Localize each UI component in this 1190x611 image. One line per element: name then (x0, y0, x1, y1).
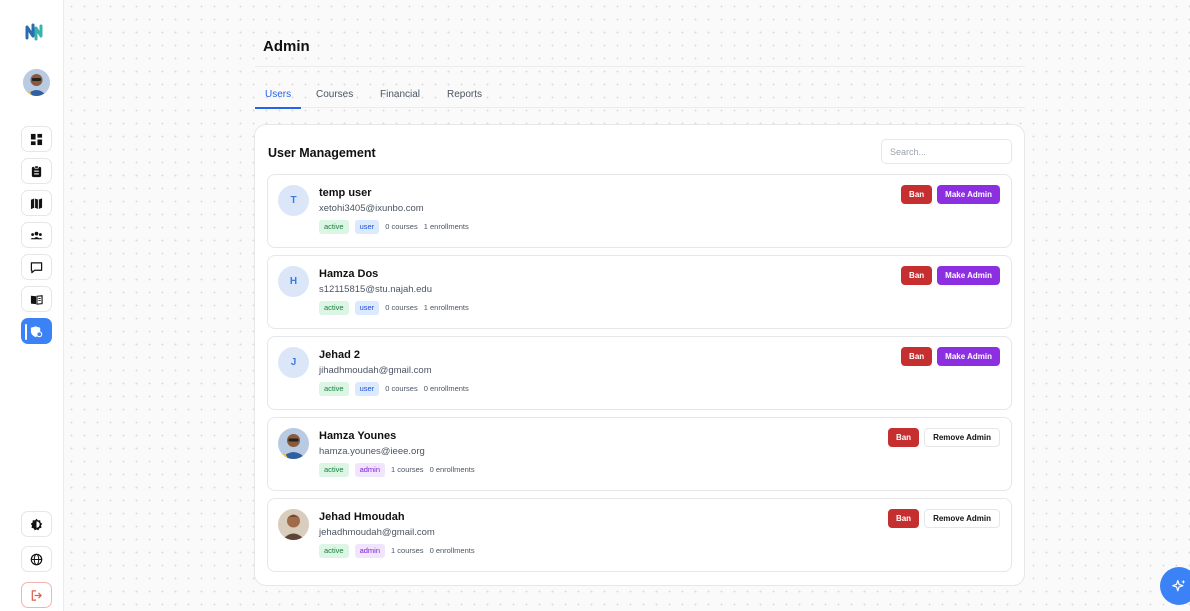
language-button[interactable] (21, 546, 52, 572)
user-initial-avatar: T (278, 185, 309, 216)
tab-users[interactable]: Users (265, 89, 291, 100)
map-icon (30, 197, 43, 209)
user-management-panel: User Management T temp user xetohi3405@i… (254, 124, 1025, 586)
status-badge: active (319, 220, 349, 234)
make-admin-button[interactable]: Make Admin (937, 347, 1000, 366)
enrollments-count: 0 enrollments (429, 465, 475, 475)
user-actions: Ban Remove Admin (887, 428, 1000, 447)
tab-reports[interactable]: Reports (447, 89, 482, 100)
search-input[interactable] (881, 139, 1012, 164)
ban-button[interactable]: Ban (887, 509, 920, 528)
make-admin-button[interactable]: Make Admin (937, 185, 1000, 204)
user-actions: Ban Make Admin (901, 266, 1000, 285)
user-card: J Jehad 2 jihadhmoudah@gmail.com active … (267, 336, 1012, 410)
user-email: xetohi3405@ixunbo.com (319, 203, 424, 214)
chat-icon (30, 261, 43, 273)
user-name: Jehad 2 (319, 349, 360, 361)
nav-tasks[interactable] (21, 158, 52, 184)
panel-title: User Management (268, 146, 376, 160)
enrollments-count: 0 enrollments (429, 546, 475, 556)
ban-button[interactable]: Ban (901, 185, 933, 204)
user-meta: active admin 1 courses 0 enrollments (319, 544, 475, 558)
active-tab-indicator (255, 107, 301, 109)
ban-button[interactable]: Ban (887, 428, 920, 447)
tab-courses[interactable]: Courses (316, 89, 353, 100)
enrollments-count: 1 enrollments (423, 303, 469, 313)
user-actions: Ban Make Admin (901, 347, 1000, 366)
status-badge: active (319, 301, 349, 315)
admin-tabs: Users Courses Financial Reports (255, 82, 1025, 109)
courses-count: 0 courses (385, 222, 418, 232)
user-actions: Ban Make Admin (901, 185, 1000, 204)
enrollments-count: 0 enrollments (423, 384, 469, 394)
courses-count: 1 courses (391, 465, 424, 475)
nav-community[interactable] (21, 222, 52, 248)
sparkles-icon (1171, 579, 1185, 591)
theme-toggle-button[interactable] (21, 511, 52, 537)
nav-admin[interactable] (21, 318, 52, 344)
courses-count: 1 courses (391, 546, 424, 556)
user-email: hamza.younes@ieee.org (319, 446, 425, 457)
user-card: T temp user xetohi3405@ixunbo.com active… (267, 174, 1012, 248)
status-badge: active (319, 463, 349, 477)
tab-financial[interactable]: Financial (380, 89, 420, 100)
ban-button[interactable]: Ban (901, 266, 933, 285)
courses-count: 0 courses (385, 384, 418, 394)
nav-roadmap[interactable] (21, 190, 52, 216)
user-avatar[interactable] (23, 69, 50, 96)
user-meta: active user 0 courses 1 enrollments (319, 301, 469, 315)
ai-assistant-button[interactable] (1160, 567, 1190, 605)
admin-shield-icon (30, 325, 43, 337)
remove-admin-button[interactable]: Remove Admin (924, 428, 1000, 447)
user-name: Hamza Younes (319, 430, 397, 442)
dashboard-icon (30, 133, 43, 145)
clipboard-icon (31, 165, 42, 177)
role-badge: user (354, 301, 380, 315)
user-email: s12115815@stu.najah.edu (319, 284, 433, 295)
remove-admin-button[interactable]: Remove Admin (924, 509, 1000, 528)
user-meta: active user 0 courses 1 enrollments (319, 220, 469, 234)
theme-toggle-icon (30, 518, 43, 530)
community-icon (30, 231, 43, 239)
sidebar (0, 0, 64, 611)
user-card: Jehad Hmoudah jehadhmoudah@gmail.com act… (267, 498, 1012, 572)
user-card: Hamza Younes hamza.younes@ieee.org activ… (267, 417, 1012, 491)
user-initial-avatar: J (278, 347, 309, 378)
app-logo[interactable] (24, 22, 44, 42)
title-divider (255, 66, 1025, 67)
user-name: Jehad Hmoudah (319, 511, 405, 523)
user-name: Hamza Dos (319, 268, 379, 280)
page-title: Admin (263, 38, 310, 55)
nav-messages[interactable] (21, 254, 52, 280)
role-badge: admin (354, 463, 386, 477)
nav-library[interactable] (21, 286, 52, 312)
nav-dashboard[interactable] (21, 126, 52, 152)
user-card: H Hamza Dos s12115815@stu.najah.edu acti… (267, 255, 1012, 329)
user-photo-avatar (278, 428, 309, 459)
make-admin-button[interactable]: Make Admin (937, 266, 1000, 285)
user-actions: Ban Remove Admin (887, 509, 1000, 528)
enrollments-count: 1 enrollments (423, 222, 469, 232)
user-meta: active admin 1 courses 0 enrollments (319, 463, 475, 477)
user-email: jehadhmoudah@gmail.com (319, 527, 435, 538)
globe-icon (30, 553, 43, 565)
logout-button[interactable] (21, 582, 52, 608)
user-email: jihadhmoudah@gmail.com (319, 365, 432, 376)
user-meta: active user 0 courses 0 enrollments (319, 382, 469, 396)
role-badge: user (354, 220, 380, 234)
user-name: temp user (319, 187, 372, 199)
role-badge: user (354, 382, 380, 396)
status-badge: active (319, 382, 349, 396)
courses-count: 0 courses (385, 303, 418, 313)
logout-icon (31, 589, 42, 601)
user-initial-avatar: H (278, 266, 309, 297)
status-badge: active (319, 544, 349, 558)
role-badge: admin (354, 544, 386, 558)
user-photo-avatar (278, 509, 309, 540)
book-icon (30, 294, 43, 305)
ban-button[interactable]: Ban (901, 347, 933, 366)
